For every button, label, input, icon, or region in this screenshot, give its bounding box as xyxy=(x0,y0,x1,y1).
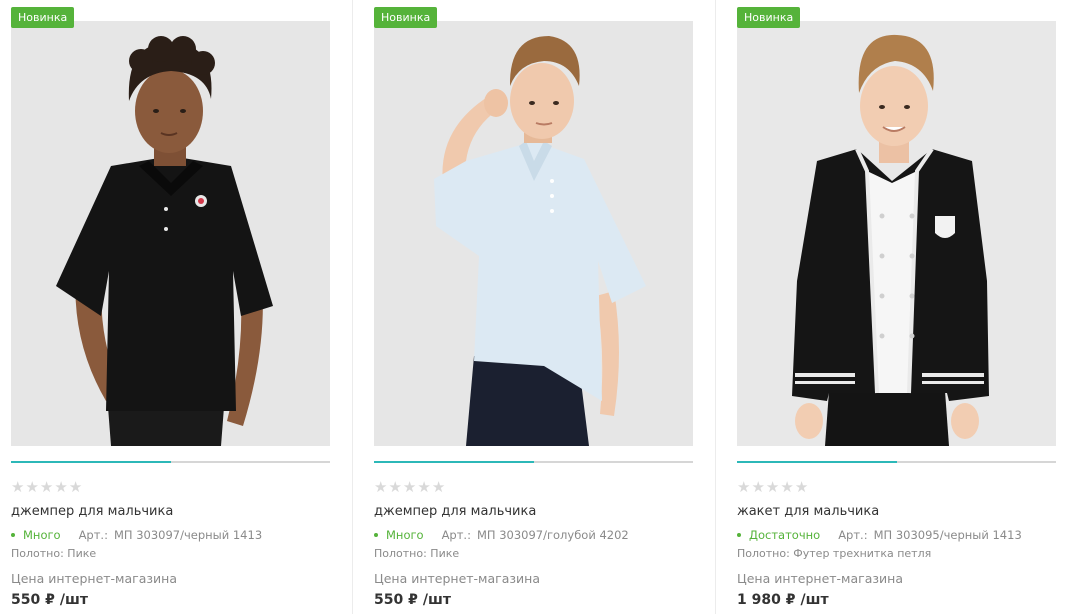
product-image-boy-black-polo xyxy=(11,21,330,446)
star-icon[interactable]: ★ xyxy=(54,479,67,495)
star-icon[interactable]: ★ xyxy=(25,479,38,495)
price-unit: /шт xyxy=(422,592,451,608)
rating-stars[interactable]: ★ ★ ★ ★ ★ xyxy=(737,479,808,495)
article-label: Арт.: xyxy=(441,528,471,542)
product-photo[interactable] xyxy=(11,21,330,446)
price-label: Цена интернет-магазина xyxy=(11,571,177,586)
price: 550 ₽ /шт xyxy=(374,591,451,609)
star-icon[interactable]: ★ xyxy=(69,479,82,495)
star-icon[interactable]: ★ xyxy=(388,479,401,495)
price-value: 550 ₽ xyxy=(374,592,418,608)
star-icon[interactable]: ★ xyxy=(374,479,387,495)
price-label: Цена интернет-магазина xyxy=(374,571,540,586)
product-card[interactable]: Новинка xyxy=(374,0,693,614)
price-unit: /шт xyxy=(59,592,88,608)
star-icon[interactable]: ★ xyxy=(403,479,416,495)
star-icon[interactable]: ★ xyxy=(795,479,808,495)
progress-fill xyxy=(374,461,534,463)
new-badge: Новинка xyxy=(374,7,438,28)
product-photo[interactable] xyxy=(737,21,1056,446)
stock-article-row: Много Арт.: МП 303097/голубой 4202 xyxy=(374,527,629,543)
new-badge: Новинка xyxy=(11,7,75,28)
star-icon[interactable]: ★ xyxy=(766,479,779,495)
column-divider xyxy=(352,0,353,614)
article-label: Арт.: xyxy=(838,528,868,542)
stock-dot-icon xyxy=(374,533,378,537)
article-value: МП 303097/черный 1413 xyxy=(113,528,263,542)
fabric-info: Полотно: Пике xyxy=(11,547,97,560)
product-card[interactable]: Новинка xyxy=(737,0,1056,614)
star-icon[interactable]: ★ xyxy=(417,479,430,495)
product-card[interactable]: Новинка xyxy=(11,0,330,614)
stock-status: Достаточно xyxy=(749,528,821,542)
price-value: 1 980 ₽ xyxy=(737,592,796,608)
fabric-info: Полотно: Футер трехнитка петля xyxy=(737,547,932,560)
price-value: 550 ₽ xyxy=(11,592,55,608)
stock-article-row: Достаточно Арт.: МП 303095/черный 1413 xyxy=(737,527,1022,543)
stock-dot-icon xyxy=(11,533,15,537)
product-name[interactable]: джемпер для мальчика xyxy=(374,503,536,521)
image-slider-progress xyxy=(737,461,1056,463)
star-icon[interactable]: ★ xyxy=(737,479,750,495)
article-label: Арт.: xyxy=(78,528,108,542)
stock-status: Много xyxy=(386,528,424,542)
rating-stars[interactable]: ★ ★ ★ ★ ★ xyxy=(374,479,445,495)
product-grid: Новинка ★ ★ ★ ★ ★ джемпер для мальчика М… xyxy=(0,0,1073,614)
price-label: Цена интернет-магазина xyxy=(737,571,903,586)
image-slider-progress xyxy=(374,461,693,463)
stock-dot-icon xyxy=(737,533,741,537)
star-icon[interactable]: ★ xyxy=(11,479,24,495)
article-value: МП 303095/черный 1413 xyxy=(873,528,1022,542)
stock-status: Много xyxy=(23,528,61,542)
progress-fill xyxy=(737,461,897,463)
fabric-info: Полотно: Пике xyxy=(374,547,460,560)
image-slider-progress xyxy=(11,461,330,463)
star-icon[interactable]: ★ xyxy=(432,479,445,495)
product-name[interactable]: жакет для мальчика xyxy=(737,503,879,521)
rating-stars[interactable]: ★ ★ ★ ★ ★ xyxy=(11,479,82,495)
column-divider xyxy=(715,0,716,614)
new-badge: Новинка xyxy=(737,7,801,28)
price: 550 ₽ /шт xyxy=(11,591,88,609)
star-icon[interactable]: ★ xyxy=(751,479,764,495)
price-unit: /шт xyxy=(800,592,829,608)
article-value: МП 303097/голубой 4202 xyxy=(476,528,629,542)
stock-article-row: Много Арт.: МП 303097/черный 1413 xyxy=(11,527,262,543)
price: 1 980 ₽ /шт xyxy=(737,591,829,609)
star-icon[interactable]: ★ xyxy=(40,479,53,495)
progress-fill xyxy=(11,461,171,463)
product-photo[interactable] xyxy=(374,21,693,446)
star-icon[interactable]: ★ xyxy=(780,479,793,495)
product-name[interactable]: джемпер для мальчика xyxy=(11,503,173,521)
product-image-boy-light-blue-polo xyxy=(374,21,693,446)
product-image-boy-black-bomber xyxy=(737,21,1056,446)
